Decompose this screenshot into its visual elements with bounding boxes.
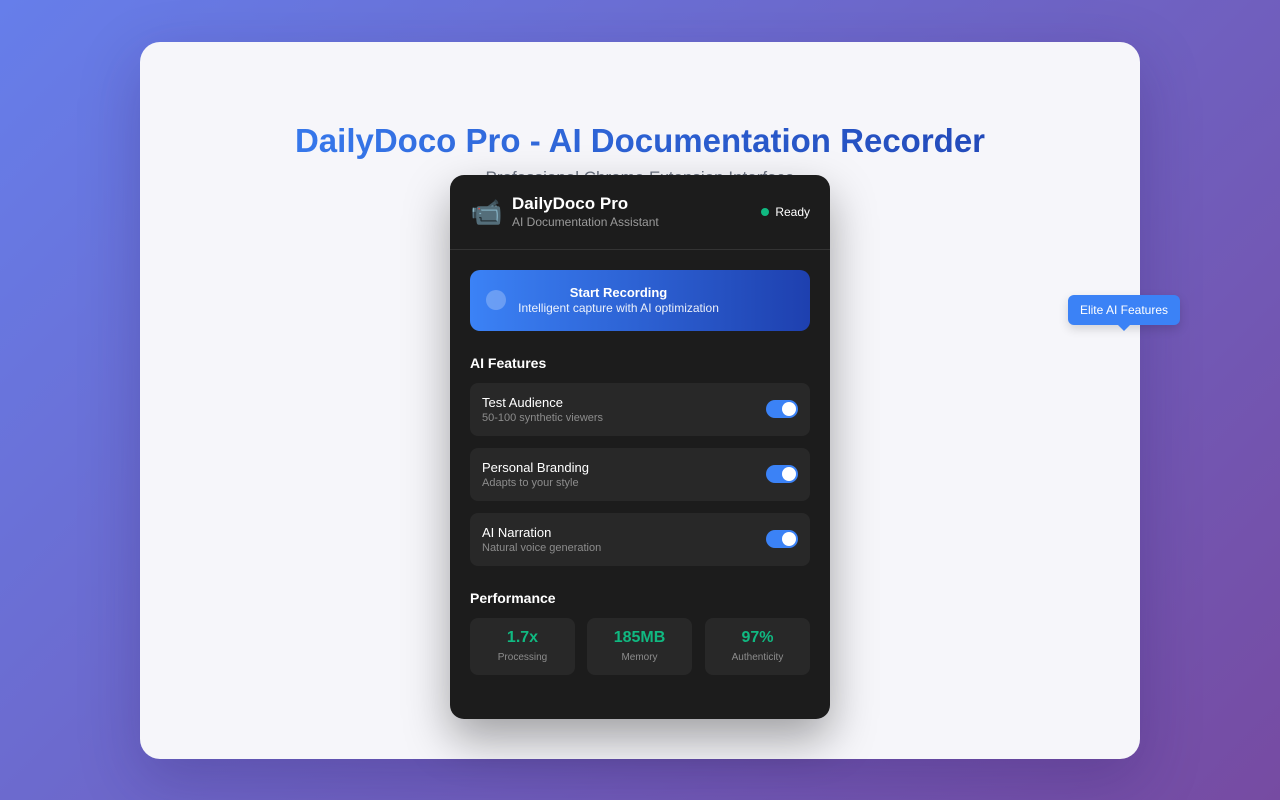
record-button-text: Start Recording Intelligent capture with… [518,285,719,315]
metric-memory: 185MB Memory [587,618,692,675]
elite-features-tooltip: Elite AI Features [1068,295,1180,331]
tooltip-label: Elite AI Features [1079,303,1169,317]
popup-header: 📹 DailyDoco Pro AI Documentation Assista… [450,175,830,250]
start-recording-button[interactable]: Start Recording Intelligent capture with… [470,270,810,331]
metric-label: Processing [497,652,548,663]
test-audience-toggle[interactable] [766,400,798,418]
feature-item-ai-narration: AI Narration Natural voice generation [470,513,810,566]
toggle-knob [782,532,796,546]
metric-value: 185MB [613,629,666,646]
ai-narration-toggle[interactable] [766,530,798,548]
metric-label: Memory [621,652,658,663]
record-button-title: Start Recording [569,285,668,300]
metric-processing: 1.7x Processing [470,618,575,675]
metric-authenticity: 97% Authenticity [705,618,810,675]
feature-item-personal-branding: Personal Branding Adapts to your style [470,448,810,501]
performance-heading: Performance [470,590,556,606]
metric-value: 1.7x [506,629,539,646]
record-dot-icon [486,290,506,310]
feature-description: 50-100 synthetic viewers [482,412,604,424]
tooltip-arrow-icon [1118,325,1130,331]
status-label: Ready [775,205,810,219]
feature-name: Personal Branding [482,460,589,475]
feature-name: AI Narration [482,525,552,540]
app-tagline: AI Documentation Assistant [512,215,659,229]
feature-description: Adapts to your style [482,477,579,489]
page-title: DailyDoco Pro - AI Documentation Recorde… [140,122,1140,160]
ai-features-heading: AI Features [470,355,547,371]
status-indicator: Ready [761,205,810,219]
metric-label: Authenticity [731,652,784,663]
toggle-knob [782,402,796,416]
feature-item-test-audience: Test Audience 50-100 synthetic viewers [470,383,810,436]
extension-popup: 📹 DailyDoco Pro AI Documentation Assista… [450,175,830,719]
toggle-knob [782,467,796,481]
status-dot-icon [761,208,770,216]
record-button-subtitle: Intelligent capture with AI optimization [518,301,719,315]
metric-value: 97% [741,629,774,646]
personal-branding-toggle[interactable] [766,465,798,483]
feature-description: Natural voice generation [482,542,602,554]
app-name: DailyDoco Pro [512,194,629,213]
video-camera-icon: 📹 [470,197,503,227]
feature-name: Test Audience [482,395,563,410]
